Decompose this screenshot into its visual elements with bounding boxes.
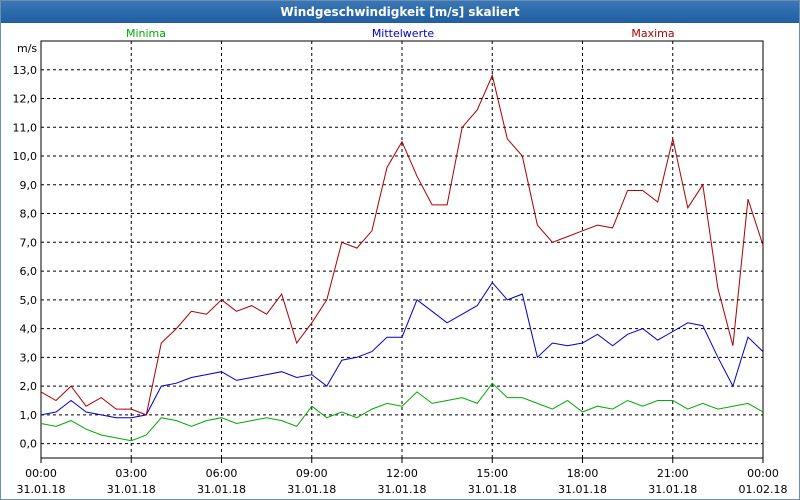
y-tick-label: 5,0 (20, 294, 38, 307)
x-tick-time-label: 18:00 (567, 467, 599, 480)
y-tick-label: 8,0 (20, 208, 38, 221)
window-title: Windgeschwindigkeit [m/s] skaliert (1, 1, 799, 23)
x-tick-time-label: 12:00 (386, 467, 418, 480)
x-tick-date-label: 31.01.18 (378, 483, 427, 496)
x-tick-time-label: 00:00 (747, 467, 779, 480)
x-tick-time-label: 21:00 (657, 467, 689, 480)
x-tick-date-label: 31.01.18 (648, 483, 697, 496)
x-tick-time-label: 00:00 (25, 467, 57, 480)
y-tick-label: 6,0 (20, 265, 38, 278)
grid-layer (40, 40, 764, 459)
x-tick-time-label: 15:00 (476, 467, 508, 480)
legend-entry-mittelwerte: Mittelwerte (372, 27, 435, 40)
y-tick-label: 1,0 (20, 409, 38, 422)
x-tick-date-label: 31.01.18 (197, 483, 246, 496)
x-tick-time-label: 09:00 (296, 467, 328, 480)
x-tick-date-label: 31.01.18 (107, 483, 156, 496)
x-tick-date-label: 31.01.18 (287, 483, 336, 496)
x-tick-date-label: 01.02.18 (739, 483, 788, 496)
y-tick-label: 4,0 (20, 323, 38, 336)
x-tick-time-label: 06:00 (206, 467, 238, 480)
x-tick-time-label: 03:00 (115, 467, 147, 480)
y-tick-label: 13,0 (13, 64, 38, 77)
y-tick-label: 0,0 (20, 438, 38, 451)
y-tick-label: 12,0 (13, 93, 38, 106)
chart-window: Windgeschwindigkeit [m/s] skaliert 0,0 1,… (0, 0, 800, 500)
axis-layer: 0,0 1,0 2,0 3,0 4,0 5,0 6,0 7,0 8,0 9,0 10,0 11,0 12… (13, 42, 788, 496)
y-tick-label: 3,0 (20, 351, 38, 364)
wind-speed-chart: 0,0 1,0 2,0 3,0 4,0 5,0 6,0 7,0 8,0 9,0 10,0 11,0 12… (13, 27, 788, 496)
legend-layer: Minima Mittelwerte Maxima (126, 27, 675, 40)
x-tick-date-label: 31.01.18 (558, 483, 607, 496)
y-axis-label: m/s (17, 42, 37, 55)
y-tick-label: 10,0 (13, 150, 38, 163)
y-tick-label: 7,0 (20, 236, 38, 249)
x-tick-date-label: 31.01.18 (468, 483, 517, 496)
legend-entry-minima: Minima (126, 27, 166, 40)
y-tick-label: 11,0 (13, 121, 38, 134)
legend-entry-maxima: Maxima (631, 27, 674, 40)
y-tick-label: 9,0 (20, 179, 38, 192)
x-tick-date-label: 31.01.18 (17, 483, 66, 496)
y-tick-label: 2,0 (20, 380, 38, 393)
